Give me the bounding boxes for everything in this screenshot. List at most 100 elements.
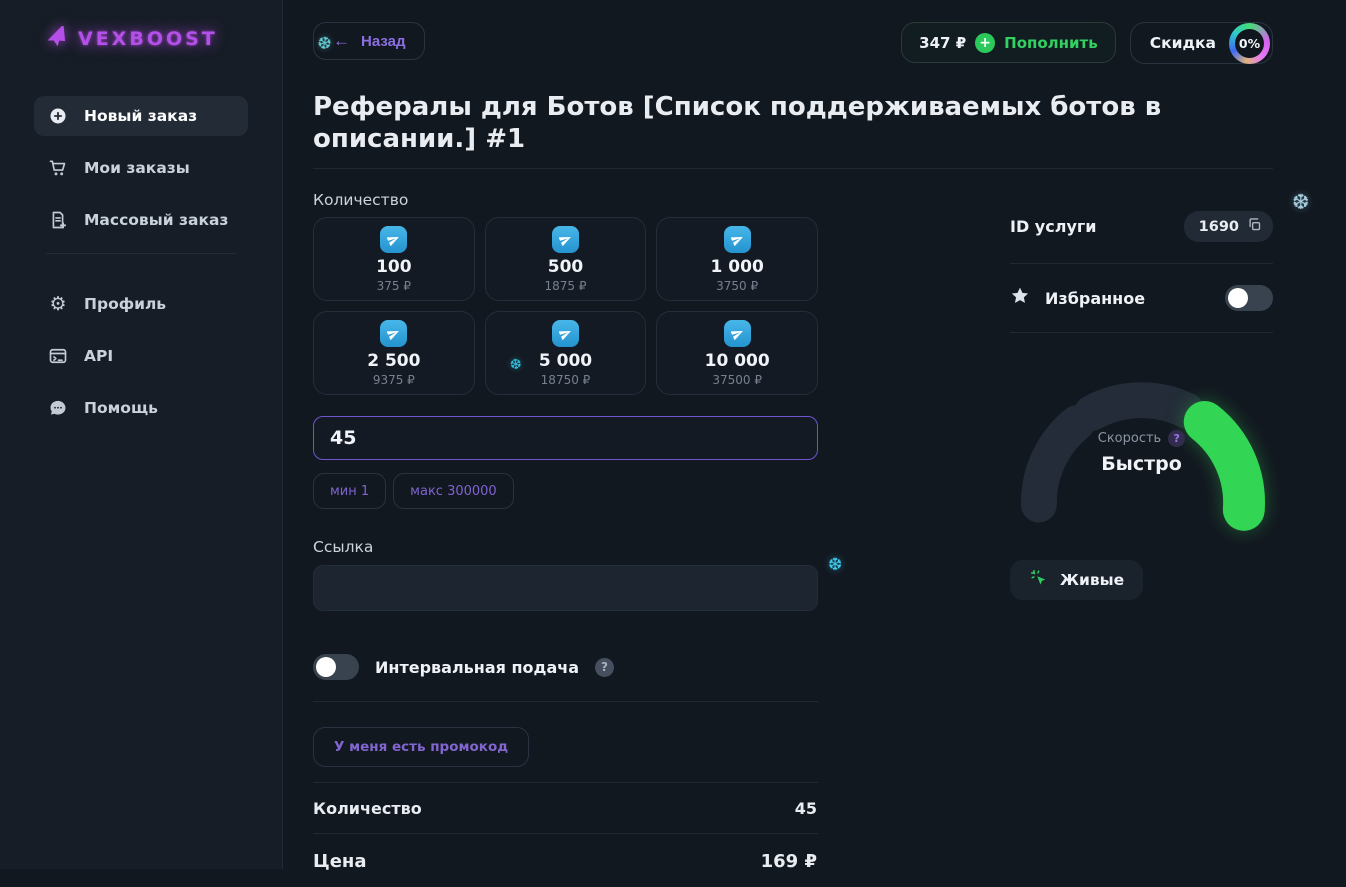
preset-price: 37500 ₽	[712, 373, 762, 387]
telegram-icon	[724, 226, 751, 253]
preset-amount: 5 000	[539, 351, 592, 371]
preset-amount: 500	[548, 257, 584, 277]
speed-help-icon[interactable]: ?	[1168, 430, 1185, 447]
balance-amount: 347 ₽	[919, 34, 966, 52]
divider	[1010, 332, 1273, 333]
arrow-left-icon: ←	[333, 31, 350, 51]
quantity-preset-card[interactable]: 2 500 9375 ₽	[313, 311, 475, 395]
interval-row: Интервальная подача ?	[313, 654, 818, 680]
interval-label: Интервальная подача	[375, 658, 579, 677]
cart-icon	[48, 158, 68, 178]
header-actions: 347 ₽ + Пополнить Скидка 0%	[901, 22, 1273, 64]
gear-icon: ⚙	[48, 294, 68, 314]
promo-code-button[interactable]: У меня есть промокод	[313, 727, 529, 767]
sidebar-item-label: Массовый заказ	[84, 211, 228, 229]
telegram-icon	[552, 226, 579, 253]
back-button[interactable]: ← Назад	[313, 22, 425, 60]
telegram-icon	[552, 320, 579, 347]
speed-value: Быстро	[1010, 453, 1273, 475]
service-id-row: ID услуги 1690	[1010, 211, 1273, 242]
service-id-label: ID услуги	[1010, 217, 1096, 236]
logo-text: VEXBOOST	[78, 28, 218, 50]
sidebar-item-api[interactable]: API	[34, 336, 248, 376]
gauge-center-text: Скорость ? Быстро	[1010, 430, 1273, 475]
quantity-preset-card[interactable]: 5 000 18750 ₽	[485, 311, 647, 395]
sidebar-item-label: Профиль	[84, 295, 166, 313]
paper-plane-icon	[46, 26, 68, 52]
preset-price: 3750 ₽	[716, 279, 758, 293]
preset-amount: 2 500	[367, 351, 420, 371]
main-content: ← Назад 347 ₽ + Пополнить Скидка 0% Рефе…	[283, 0, 1346, 869]
interval-toggle[interactable]	[313, 654, 359, 680]
divider	[313, 701, 818, 702]
summary-quantity-value: 45	[795, 799, 817, 818]
balance-topup-button[interactable]: 347 ₽ + Пополнить	[901, 22, 1116, 63]
sidebar-item-bulk-order[interactable]: Массовый заказ	[34, 200, 248, 240]
logo[interactable]: VEXBOOST	[0, 26, 282, 52]
sidebar-item-label: Помощь	[84, 399, 158, 417]
quantity-input[interactable]	[313, 416, 818, 460]
discount-value: 0%	[1235, 29, 1264, 58]
preset-price: 375 ₽	[377, 279, 411, 293]
summary-quantity-label: Количество	[313, 799, 422, 818]
sidebar-item-new-order[interactable]: Новый заказ	[34, 96, 248, 136]
sidebar-item-label: Новый заказ	[84, 107, 197, 125]
max-badge: макс 300000	[393, 473, 514, 509]
min-badge: мин 1	[313, 473, 386, 509]
toggle-knob	[316, 657, 336, 677]
service-id-copy-button[interactable]: 1690	[1184, 211, 1273, 242]
favorite-toggle[interactable]	[1225, 285, 1273, 311]
quantity-preset-card[interactable]: 10 000 37500 ₽	[656, 311, 818, 395]
preset-amount: 1 000	[711, 257, 764, 277]
toggle-knob	[1228, 288, 1248, 308]
limit-badges: мин 1 макс 300000	[313, 473, 818, 509]
live-badge: Живые	[1010, 560, 1143, 600]
help-icon[interactable]: ?	[595, 658, 614, 677]
telegram-icon	[380, 226, 407, 253]
favorite-label: Избранное	[1045, 289, 1145, 308]
plus-circle-icon	[48, 106, 68, 126]
preset-price: 18750 ₽	[541, 373, 591, 387]
back-button-label: Назад	[361, 33, 405, 50]
preset-amount: 10 000	[705, 351, 770, 371]
discount-label: Скидка	[1150, 34, 1216, 52]
favorite-row: Избранное	[1010, 285, 1273, 311]
sidebar-divider	[46, 253, 236, 254]
sidebar-item-label: API	[84, 347, 113, 365]
file-plus-icon	[48, 210, 68, 230]
telegram-icon	[724, 320, 751, 347]
quantity-preset-card[interactable]: 500 1875 ₽	[485, 217, 647, 301]
quantity-preset-card[interactable]: 100 375 ₽	[313, 217, 475, 301]
summary-quantity-row: Количество 45	[313, 783, 818, 833]
quantity-label: Количество	[313, 191, 818, 209]
quantity-preset-card[interactable]: 1 000 3750 ₽	[656, 217, 818, 301]
preset-price: 9375 ₽	[373, 373, 415, 387]
service-info-panel: ID услуги 1690 Избранное	[1010, 169, 1273, 887]
cursor-click-icon	[1029, 568, 1049, 592]
preset-amount: 100	[376, 257, 412, 277]
copy-icon	[1247, 217, 1262, 236]
page-title: Рефералы для Ботов [Список поддерживаемы…	[313, 91, 1273, 155]
link-label: Ссылка	[313, 538, 818, 556]
header: ← Назад 347 ₽ + Пополнить Скидка 0%	[313, 22, 1273, 64]
summary-price-row: Цена 169 ₽	[313, 834, 818, 887]
link-input[interactable]	[313, 565, 818, 611]
terminal-icon	[48, 346, 68, 366]
star-icon	[1010, 286, 1030, 310]
sidebar-nav: Новый заказ Мои заказы Массовый заказ ⚙ …	[0, 96, 282, 428]
discount-ring-icon: 0%	[1229, 23, 1270, 64]
quantity-presets: 100 375 ₽ 500 1875 ₽ 1 000 3750 ₽ 2 500 …	[313, 217, 818, 395]
service-id-value: 1690	[1199, 219, 1239, 235]
discount-badge[interactable]: Скидка 0%	[1130, 22, 1273, 64]
summary-price-value: 169 ₽	[761, 851, 817, 872]
order-form: Количество 100 375 ₽ 500 1875 ₽ 1 000 37…	[313, 169, 818, 887]
telegram-icon	[380, 320, 407, 347]
speed-label: Скорость	[1098, 431, 1161, 446]
sidebar-item-help[interactable]: Помощь	[34, 388, 248, 428]
sidebar: VEXBOOST Новый заказ Мои заказы Массовый…	[0, 0, 283, 869]
summary-price-label: Цена	[313, 851, 367, 872]
live-badge-label: Живые	[1060, 571, 1124, 589]
sidebar-item-label: Мои заказы	[84, 159, 190, 177]
sidebar-item-profile[interactable]: ⚙ Профиль	[34, 284, 248, 324]
sidebar-item-my-orders[interactable]: Мои заказы	[34, 148, 248, 188]
